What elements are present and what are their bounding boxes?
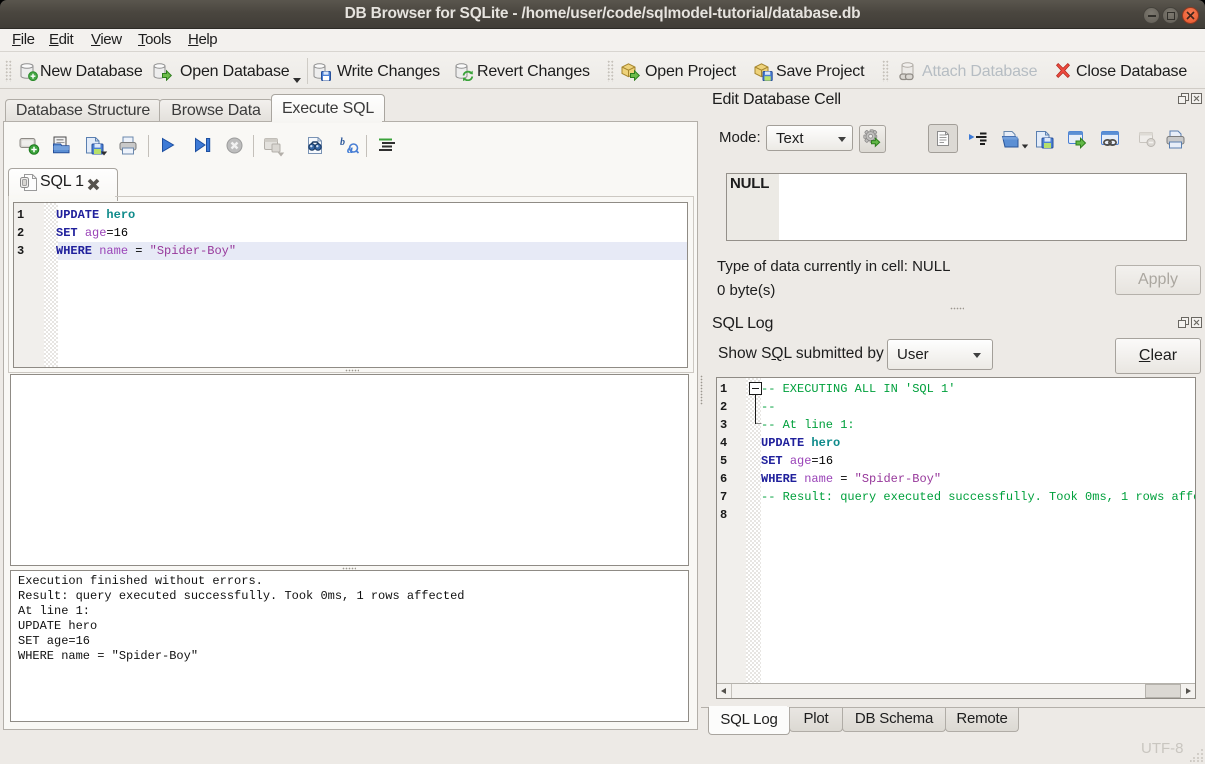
svg-text:b: b	[340, 137, 345, 148]
